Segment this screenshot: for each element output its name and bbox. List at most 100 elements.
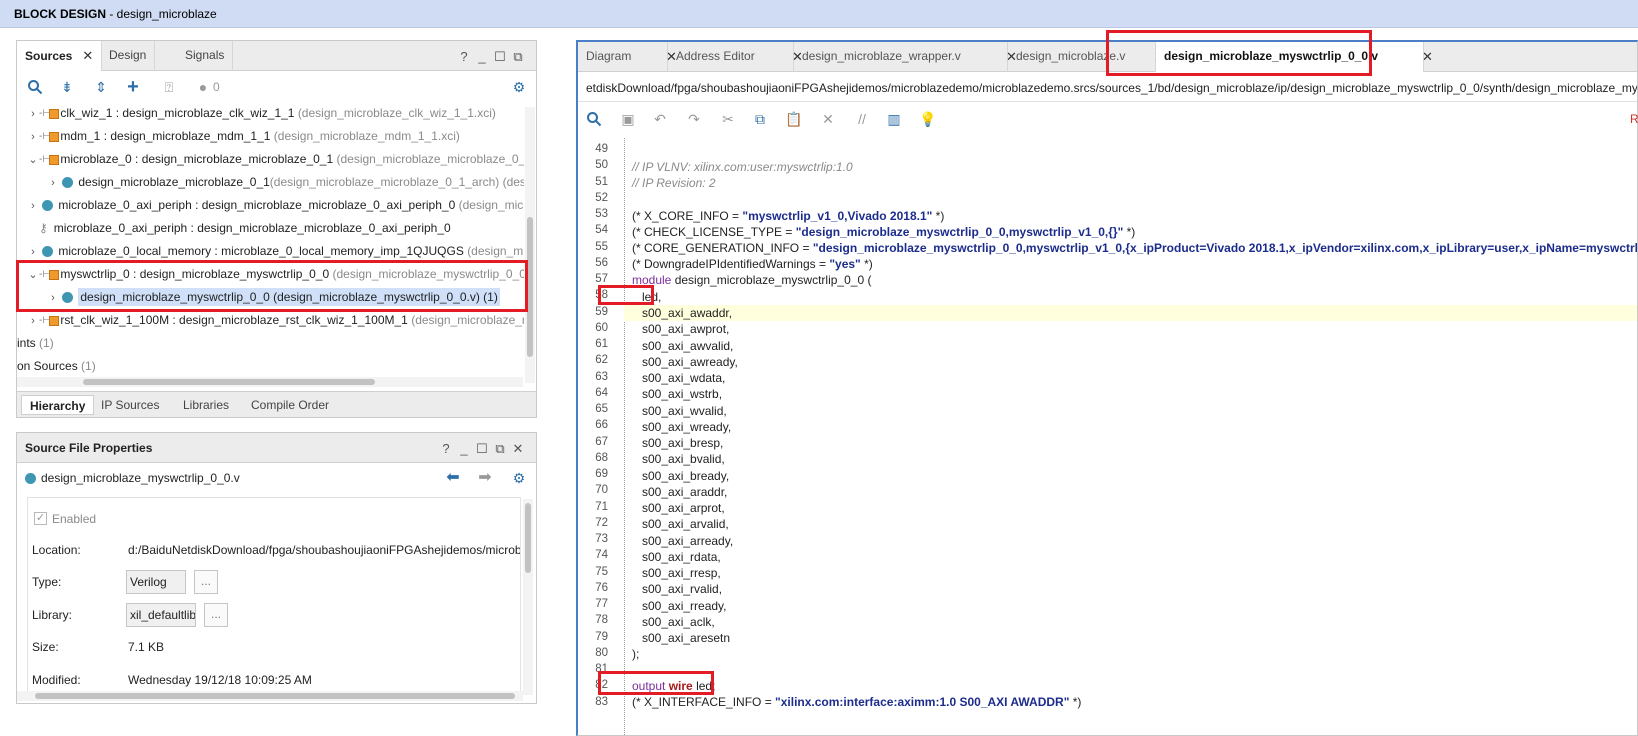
source-file-icon: [42, 246, 54, 258]
delete-icon[interactable]: ✕: [818, 110, 838, 128]
properties-title: Source File Properties: [25, 441, 153, 455]
tab-myswctrlip-v[interactable]: design_microblaze_myswctrlip_0_0.v ✕: [1156, 42, 1433, 72]
tree-item-myswctrlip-source[interactable]: › design_microblaze_myswctrlip_0_0 (desi…: [17, 286, 524, 309]
panel-window-controls: ? _ ☐ ⧉: [455, 49, 527, 65]
chevron-right-icon[interactable]: ›: [47, 172, 59, 195]
tab-wrapper-v[interactable]: design_microblaze_wrapper.v ✕: [794, 42, 1017, 72]
tree-item-mdm[interactable]: › -⊢ mdm_1 : design_microblaze_mdm_1_1 (d…: [17, 125, 524, 148]
panel-window-controls: ? _ ☐ ⧉ ✕: [437, 441, 527, 457]
line-number: 57: [595, 273, 608, 285]
code-line-82: output wire led;: [632, 679, 716, 693]
tab-ip-sources[interactable]: IP Sources: [93, 395, 167, 415]
line-number: 81: [595, 663, 608, 675]
line-number: 70: [595, 484, 608, 497]
chevron-right-icon[interactable]: ›: [47, 287, 59, 310]
save-icon[interactable]: ▣: [618, 110, 638, 128]
properties-vertical-scrollbar[interactable]: [523, 499, 533, 695]
help-icon[interactable]: ?: [455, 49, 473, 64]
tab-libraries[interactable]: Libraries: [175, 395, 237, 415]
minimize-icon[interactable]: _: [455, 441, 473, 456]
line-number: 76: [595, 581, 608, 594]
properties-icon[interactable]: ⍰: [159, 78, 179, 96]
tree-item-clk-wiz[interactable]: › -⊢ clk_wiz_1 : design_microblaze_clk_wi…: [17, 107, 524, 125]
maximize-icon[interactable]: ☐: [491, 49, 509, 65]
float-icon[interactable]: ⧉: [491, 441, 509, 457]
enabled-checkbox[interactable]: ✓: [34, 512, 47, 525]
code-line-port: s00_axi_bresp,: [642, 436, 724, 450]
forward-arrow-icon[interactable]: ➡: [475, 469, 495, 487]
line-number: 58: [595, 289, 608, 302]
line-number: 74: [595, 549, 608, 562]
tree-item-local-memory[interactable]: › microblaze_0_local_memory : microblaze…: [17, 240, 524, 263]
size-label: Size:: [32, 640, 59, 654]
copy-icon[interactable]: ⧉: [750, 110, 770, 128]
close-icon[interactable]: ✕: [1422, 49, 1433, 65]
maximize-icon[interactable]: ☐: [473, 441, 491, 457]
line-number: 79: [595, 630, 608, 643]
line-number: 83: [595, 695, 608, 708]
cut-icon[interactable]: ✂: [718, 110, 738, 128]
line-number: 69: [595, 468, 608, 480]
comment-icon[interactable]: //: [852, 110, 872, 128]
tree-item-microblaze-arch[interactable]: › design_microblaze_microblaze_0_1(desig…: [17, 171, 524, 194]
tree-item-axi-periph[interactable]: › microblaze_0_axi_periph : design_micro…: [17, 194, 524, 217]
minimize-icon[interactable]: _: [473, 49, 491, 64]
undo-icon[interactable]: ↶: [650, 110, 670, 128]
library-more-button[interactable]: ...: [204, 603, 228, 627]
paste-icon[interactable]: 📋: [784, 110, 804, 128]
float-icon[interactable]: ⧉: [509, 49, 527, 65]
tree-item-axi-periph-missing[interactable]: ⚷ microblaze_0_axi_periph : design_microb…: [17, 217, 524, 240]
line-number: 64: [595, 386, 608, 399]
line-number: 75: [595, 565, 608, 578]
tree-item-constraints[interactable]: ints (1): [17, 332, 524, 355]
tab-address-editor[interactable]: Address Editor ✕: [668, 42, 803, 72]
chevron-right-icon[interactable]: ›: [27, 241, 39, 264]
chevron-right-icon[interactable]: ›: [27, 126, 39, 149]
properties-horizontal-scrollbar[interactable]: [17, 691, 523, 701]
close-icon[interactable]: ✕: [509, 441, 527, 457]
chevron-right-icon[interactable]: ›: [27, 195, 39, 218]
gear-icon[interactable]: ⚙: [509, 78, 529, 96]
tab-signals[interactable]: Signals: [177, 41, 234, 71]
tab-hierarchy[interactable]: Hierarchy: [21, 395, 95, 415]
line-number: 54: [595, 224, 608, 237]
tab-design-microblaze-v[interactable]: design_microblaze.v✕: [1008, 42, 1165, 72]
type-more-button[interactable]: ...: [194, 570, 218, 594]
redo-icon[interactable]: ↷: [684, 110, 704, 128]
type-combo[interactable]: Verilog: [126, 570, 186, 594]
code-area[interactable]: 49 50 51 52 53 54 55 56 57 58 59 60 61 62 63 64 65 66 67 68…: [578, 138, 1637, 735]
chevron-right-icon[interactable]: ›: [27, 310, 39, 333]
chevron-down-icon[interactable]: ⌄: [27, 264, 39, 287]
close-icon[interactable]: ✕: [82, 48, 93, 63]
tab-sources[interactable]: Sources ✕: [17, 41, 103, 71]
search-icon[interactable]: [584, 110, 604, 128]
tree-item-myswctrlip[interactable]: ⌄ -⊢ myswctrlip_0 : design_microblaze_mys…: [17, 263, 524, 286]
gear-icon[interactable]: ⚙: [509, 469, 529, 487]
tree-item-rst-clk[interactable]: › -⊢ rst_clk_wiz_1_100M : design_microbla…: [17, 309, 524, 332]
tree-item-microblaze[interactable]: ⌄ -⊢ microblaze_0 : design_microblaze_mic…: [17, 148, 524, 171]
search-icon[interactable]: [25, 78, 45, 96]
column-select-icon[interactable]: ▥: [884, 110, 904, 128]
chevron-right-icon[interactable]: ›: [27, 107, 39, 126]
tab-design[interactable]: Design: [101, 41, 156, 71]
sources-vertical-scrollbar[interactable]: [525, 107, 535, 383]
tree-item-simulation-sources[interactable]: on Sources (1): [17, 355, 524, 378]
library-label: Library:: [32, 608, 73, 622]
add-sources-icon[interactable]: +: [123, 77, 143, 97]
sources-horizontal-scrollbar[interactable]: [17, 377, 523, 387]
expand-all-icon[interactable]: ⇕: [91, 78, 111, 96]
back-arrow-icon[interactable]: ⬅: [443, 469, 463, 487]
line-number: 61: [595, 338, 608, 350]
collapse-all-icon[interactable]: ⇟: [57, 78, 77, 96]
properties-body: ✓ Enabled Location: d:/BaiduNetdiskDownl…: [27, 497, 521, 697]
help-icon[interactable]: ?: [437, 441, 455, 456]
code-line-port: s00_axi_rvalid,: [642, 582, 723, 597]
library-combo[interactable]: xil_defaultlib: [126, 603, 196, 627]
tab-compile-order[interactable]: Compile Order: [243, 395, 337, 415]
code-line-port: s00_axi_arprot,: [642, 501, 725, 515]
lightbulb-icon[interactable]: 💡: [918, 110, 938, 128]
tab-diagram[interactable]: Diagram ✕: [578, 42, 677, 72]
chevron-down-icon[interactable]: ⌄: [27, 149, 39, 172]
location-value: d:/BaiduNetdiskDownload/fpga/shoubashouj…: [128, 543, 521, 557]
code-line-port: s00_axi_awvalid,: [642, 338, 734, 353]
